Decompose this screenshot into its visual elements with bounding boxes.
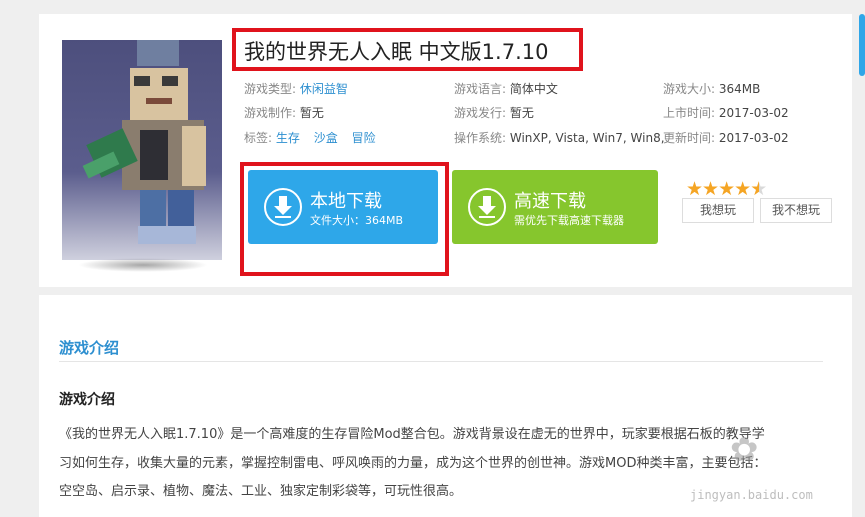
scroll-accent[interactable] bbox=[859, 14, 865, 76]
cover-shadow bbox=[78, 258, 208, 272]
star-icon: ★ bbox=[702, 178, 719, 200]
paw-logo-icon: ✿ bbox=[730, 430, 759, 470]
meta-release-label: 上市时间: bbox=[663, 106, 716, 120]
want-to-play-button[interactable]: 我想玩 bbox=[682, 198, 754, 223]
meta-tags-label: 标签: bbox=[244, 131, 273, 145]
meta-size-label: 游戏大小: bbox=[663, 82, 716, 96]
intro-paragraph-line: 习如何生存，收集大量的元素，掌握控制雷电、呼风唤雨的力量，成为这个世界的创世神。… bbox=[59, 456, 767, 471]
section-divider bbox=[59, 361, 823, 362]
watermark-text: jingyan.baidu.com bbox=[690, 488, 813, 502]
meta-os-value: WinXP, Vista, Win7, Win8, bbox=[509, 131, 665, 145]
meta-publisher: 游戏发行: 暂无 bbox=[454, 104, 534, 121]
intro-paragraph-line: 空空岛、启示录、植物、魔法、工业、独家定制彩袋等，可玩性很高。 bbox=[59, 484, 463, 499]
meta-type: 游戏类型: 休闲益智 bbox=[244, 80, 358, 97]
star-rating: ★★★★★ bbox=[686, 178, 767, 200]
meta-release: 上市时间: 2017-03-02 bbox=[663, 104, 789, 121]
fast-download-note: 需优先下载高速下载器 bbox=[514, 214, 624, 227]
meta-publisher-value: 暂无 bbox=[509, 106, 534, 120]
baidu-watermark: ✿ jingyan.baidu.com bbox=[690, 430, 860, 510]
meta-developer-value: 暂无 bbox=[299, 106, 324, 120]
meta-update-label: 更新时间: bbox=[663, 131, 716, 145]
fast-download-button[interactable]: 高速下载 需优先下载高速下载器 bbox=[452, 170, 658, 244]
meta-tags: 标签: 生存 沙盒 冒险 bbox=[244, 129, 386, 146]
star-icon: ★ bbox=[718, 178, 735, 200]
title-highlight-box bbox=[232, 28, 583, 71]
meta-os: 操作系统: WinXP, Vista, Win7, Win8, bbox=[454, 129, 665, 146]
star-icon: ★ bbox=[686, 178, 703, 200]
game-cover-image[interactable] bbox=[62, 40, 222, 260]
tag-link-adventure[interactable]: 冒险 bbox=[352, 131, 376, 145]
half-star-icon: ★ bbox=[750, 178, 767, 200]
intro-section-heading: 游戏介绍 bbox=[59, 339, 120, 357]
fast-download-label: 高速下载 bbox=[514, 191, 586, 212]
meta-os-label: 操作系统: bbox=[454, 131, 507, 145]
star-icon: ★ bbox=[734, 178, 751, 200]
meta-update: 更新时间: 2017-03-02 bbox=[663, 129, 789, 146]
meta-publisher-label: 游戏发行: bbox=[454, 106, 507, 120]
meta-language-label: 游戏语言: bbox=[454, 82, 507, 96]
meta-language: 游戏语言: 简体中文 bbox=[454, 80, 558, 97]
meta-language-value: 简体中文 bbox=[509, 82, 558, 96]
meta-size: 游戏大小: 364MB bbox=[663, 80, 760, 97]
tag-link-survival[interactable]: 生存 bbox=[276, 131, 300, 145]
meta-type-label: 游戏类型: bbox=[244, 82, 297, 96]
meta-update-value: 2017-03-02 bbox=[718, 131, 789, 145]
tag-link-sandbox[interactable]: 沙盒 bbox=[314, 131, 338, 145]
download-arrow-icon bbox=[468, 188, 506, 226]
intro-paragraph-line: 《我的世界无人入眠1.7.10》是一个高难度的生存冒险Mod整合包。游戏背景设在… bbox=[59, 427, 765, 442]
intro-subheading: 游戏介绍 bbox=[59, 392, 115, 408]
meta-developer: 游戏制作: 暂无 bbox=[244, 104, 324, 121]
download-highlight-box bbox=[240, 162, 449, 276]
meta-size-value: 364MB bbox=[718, 82, 761, 96]
meta-type-link[interactable]: 休闲益智 bbox=[300, 82, 348, 96]
meta-developer-label: 游戏制作: bbox=[244, 106, 297, 120]
not-want-to-play-button[interactable]: 我不想玩 bbox=[760, 198, 832, 223]
meta-release-value: 2017-03-02 bbox=[718, 106, 789, 120]
